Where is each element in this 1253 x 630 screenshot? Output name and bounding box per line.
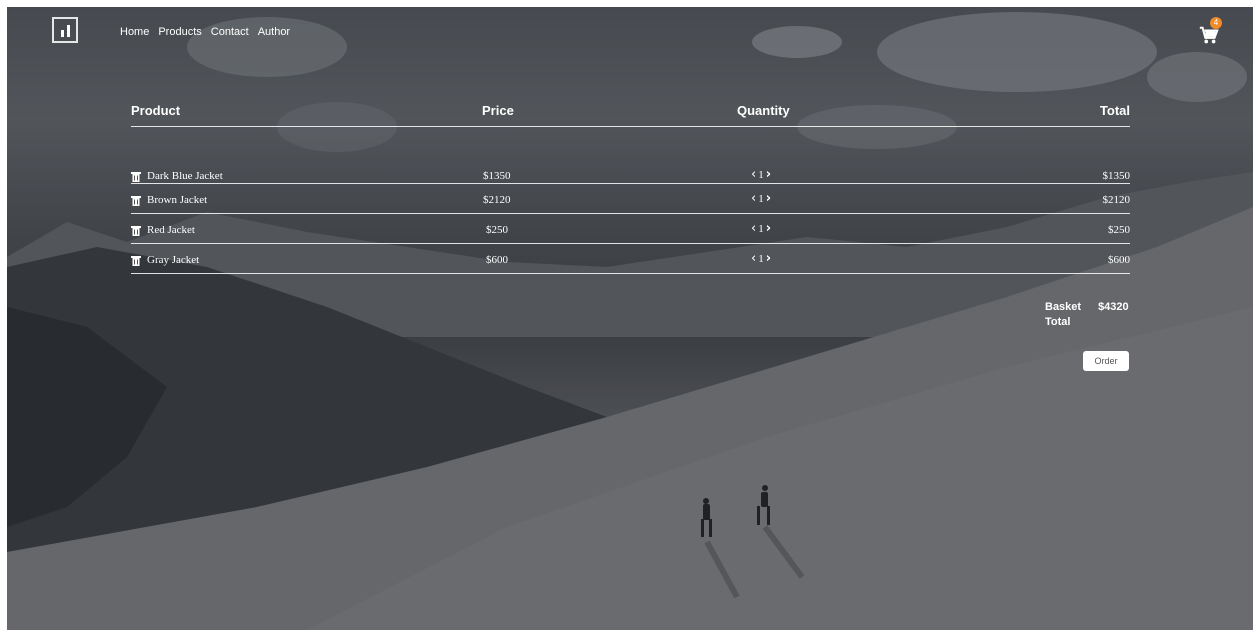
product-name: Gray Jacket bbox=[147, 254, 200, 266]
basket-total: Basket Total $4320 bbox=[1045, 300, 1129, 330]
logo-bar bbox=[66, 25, 70, 37]
logo-bar bbox=[60, 30, 64, 37]
table-row: Dark Blue Jacket $1350 ‹ 1 › $1350 bbox=[131, 168, 1131, 184]
header-quantity: Quantity bbox=[737, 103, 790, 118]
product-name: Dark Blue Jacket bbox=[147, 170, 223, 182]
increase-icon[interactable]: › bbox=[766, 192, 771, 206]
main-nav: Home Products Contact Author bbox=[120, 26, 290, 38]
product-price: $1350 bbox=[483, 170, 511, 182]
header-price: Price bbox=[482, 103, 514, 118]
quantity-stepper: ‹ 1 › bbox=[751, 252, 771, 266]
trash-icon[interactable] bbox=[131, 255, 141, 266]
table-row: Gray Jacket $600 ‹ 1 › $600 bbox=[131, 244, 1130, 274]
product-price: $250 bbox=[486, 224, 508, 236]
nav-home[interactable]: Home bbox=[120, 26, 149, 38]
quantity-stepper: ‹ 1 › bbox=[751, 222, 771, 236]
nav-author[interactable]: Author bbox=[258, 26, 290, 38]
decrease-icon[interactable]: ‹ bbox=[751, 222, 756, 236]
decrease-icon[interactable]: ‹ bbox=[751, 168, 756, 182]
increase-icon[interactable]: › bbox=[766, 168, 771, 182]
product-name-cell: Gray Jacket bbox=[131, 254, 199, 266]
logo-icon[interactable] bbox=[52, 17, 78, 43]
decrease-icon[interactable]: ‹ bbox=[751, 192, 756, 206]
header-spacer bbox=[131, 127, 1130, 170]
product-name-cell: Red Jacket bbox=[131, 224, 195, 236]
basket-total-value: $4320 bbox=[1098, 301, 1129, 313]
row-total: $600 bbox=[1108, 254, 1130, 266]
header-total: Total bbox=[1099, 103, 1130, 118]
quantity-value: 1 bbox=[758, 193, 764, 205]
row-total: $1350 bbox=[1102, 170, 1131, 182]
trash-icon[interactable] bbox=[131, 171, 141, 182]
product-name: Red Jacket bbox=[147, 224, 195, 236]
nav-contact[interactable]: Contact bbox=[211, 26, 249, 38]
quantity-stepper: ‹ 1 › bbox=[751, 192, 771, 206]
table-row: Brown Jacket $2120 ‹ 1 › $2120 bbox=[131, 184, 1130, 214]
row-total: $250 bbox=[1108, 224, 1130, 236]
nav-products[interactable]: Products bbox=[158, 26, 201, 38]
trash-icon[interactable] bbox=[131, 195, 141, 206]
increase-icon[interactable]: › bbox=[766, 222, 771, 236]
product-price: $600 bbox=[486, 254, 508, 266]
quantity-value: 1 bbox=[758, 223, 764, 235]
basket-table: Product Price Quantity Total Dark Blue J… bbox=[131, 103, 1130, 274]
quantity-stepper: ‹ 1 › bbox=[751, 168, 771, 182]
cart-button[interactable]: 4 bbox=[1198, 17, 1228, 47]
cart-count-badge: 4 bbox=[1210, 17, 1222, 29]
row-total: $2120 bbox=[1102, 194, 1131, 206]
page-background: Home Products Contact Author 4 Product P… bbox=[7, 7, 1253, 630]
product-name: Brown Jacket bbox=[147, 194, 208, 206]
decrease-icon[interactable]: ‹ bbox=[751, 252, 756, 266]
quantity-value: 1 bbox=[758, 253, 764, 265]
header-product: Product bbox=[131, 103, 181, 118]
basket-total-label: Basket Total bbox=[1045, 301, 1082, 328]
table-header: Product Price Quantity Total bbox=[131, 103, 1130, 127]
product-price: $2120 bbox=[483, 194, 511, 206]
product-name-cell: Dark Blue Jacket bbox=[131, 170, 223, 182]
trash-icon[interactable] bbox=[131, 225, 141, 236]
increase-icon[interactable]: › bbox=[766, 252, 771, 266]
product-name-cell: Brown Jacket bbox=[131, 194, 207, 206]
table-row: Red Jacket $250 ‹ 1 › $250 bbox=[131, 214, 1130, 244]
order-button[interactable]: Order bbox=[1083, 351, 1129, 371]
quantity-value: 1 bbox=[758, 169, 764, 181]
